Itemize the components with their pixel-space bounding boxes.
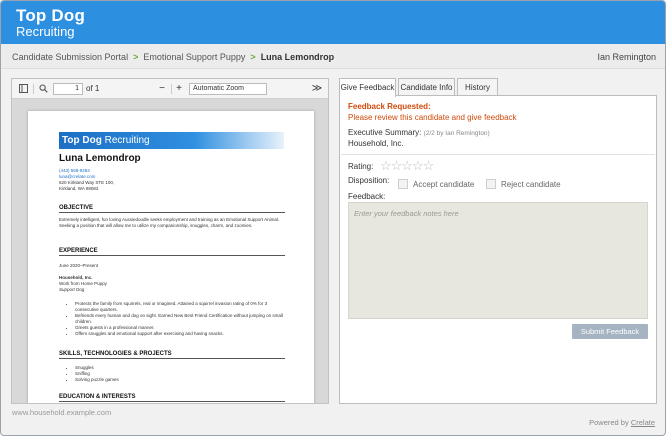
zoom-out-icon[interactable]: −	[156, 79, 168, 99]
breadcrumb-bar: Candidate Submission Portal > Emotional Su…	[1, 44, 665, 69]
resume-education-heading: EDUCATION & INTERESTS	[59, 394, 285, 402]
page-total: of 1	[86, 84, 100, 93]
feedback-request-title: Feedback Requested:	[348, 102, 431, 111]
reject-label[interactable]: Reject candidate	[501, 180, 561, 189]
brand-header: Top Dog Recruiting	[1, 1, 665, 44]
tab-give-feedback[interactable]: Give Feedback	[339, 78, 396, 97]
zoom-in-icon[interactable]: +	[173, 79, 185, 99]
resume-name: Luna Lemondrop	[59, 153, 141, 164]
executive-summary-label: Executive Summary:	[348, 128, 422, 137]
resume-exp-title: Support Dog	[59, 287, 85, 292]
sidebar-toggle-icon[interactable]	[16, 79, 30, 99]
resume-banner: Top Dog Recruiting	[59, 132, 284, 149]
executive-summary: Executive Summary: (2/2 by Ian Remington…	[348, 128, 490, 137]
breadcrumb-portal[interactable]: Candidate Submission Portal	[12, 52, 128, 62]
breadcrumb-separator: >	[250, 52, 256, 62]
feedback-request-notice: Feedback Requested: Please review this c…	[348, 102, 517, 122]
resume-exp-dates: June 2020–Present	[59, 263, 99, 268]
breadcrumb-separator: >	[133, 52, 139, 62]
tab-history[interactable]: History	[457, 78, 498, 96]
footer-powered-prefix: Powered by	[589, 418, 629, 427]
resume-objective-text: Extremely intelligent, fun loving Aussie…	[59, 217, 280, 228]
resume-skills-heading: SKILLS, TECHNOLOGIES & PROJECTS	[59, 351, 285, 359]
page-number-input[interactable]: 1	[53, 83, 83, 95]
feedback-form: Feedback Requested: Please review this c…	[339, 95, 657, 404]
toolbar-divider	[33, 84, 34, 94]
resume-experience-heading: EXPERIENCE	[59, 248, 285, 256]
feedback-request-message: Please review this candidate and give fe…	[348, 113, 517, 122]
pdf-toolbar: 1 of 1 − + Automatic Zoom ≫	[12, 79, 328, 99]
tab-candidate-info[interactable]: Candidate Info	[398, 78, 455, 96]
resume-objective-heading: OBJECTIVE	[59, 205, 285, 213]
disposition-label: Disposition:	[348, 176, 390, 185]
zoom-select[interactable]: Automatic Zoom	[189, 83, 267, 95]
feedback-textarea[interactable]: Enter your feedback notes here	[348, 202, 648, 319]
executive-summary-value: Household, Inc.	[348, 139, 404, 148]
footer-crelate-link[interactable]: Crelate	[631, 418, 655, 427]
executive-summary-meta: (2/2 by Ian Remington)	[423, 130, 490, 137]
footer-powered-by: Powered by Crelate	[589, 418, 655, 427]
resume-skills-list: Snuggles Sniffing Solving puzzle games	[69, 365, 283, 383]
breadcrumb-job[interactable]: Emotional Support Puppy	[143, 52, 245, 62]
pdf-page: Top Dog Recruiting Luna Lemondrop (443) …	[28, 111, 314, 403]
app-frame: Top Dog Recruiting Candidate Submission …	[0, 0, 666, 436]
feedback-label: Feedback:	[348, 192, 386, 201]
reject-checkbox[interactable]	[486, 179, 496, 189]
submit-feedback-button[interactable]: Submit Feedback	[572, 324, 648, 339]
rating-stars-icon[interactable]: ☆☆☆☆☆	[380, 158, 434, 174]
resume-address-line2: Kirkland, WA 98083	[59, 186, 99, 191]
divider	[341, 154, 655, 155]
feedback-panel: Give Feedback Candidate Info History Fee…	[339, 78, 657, 404]
footer-url: www.household.example.com	[12, 408, 112, 417]
list-item: Offers snuggles and emotional support af…	[75, 331, 283, 337]
search-icon[interactable]	[36, 79, 50, 99]
list-item: Solving puzzle games	[75, 377, 283, 383]
list-item: Befriends every human and dog on sight. …	[75, 313, 283, 325]
rating-label: Rating:	[348, 162, 374, 171]
more-tools-icon[interactable]: ≫	[310, 79, 324, 99]
accept-label[interactable]: Accept candidate	[413, 180, 474, 189]
breadcrumb-candidate: Luna Lemondrop	[260, 52, 335, 62]
list-item: Protects the family from squirrels, real…	[75, 301, 283, 313]
resume-banner-bold: Top Dog	[62, 135, 102, 146]
toolbar-divider	[171, 84, 172, 94]
breadcrumb: Candidate Submission Portal > Emotional Su…	[12, 52, 334, 62]
brand-subtitle: Recruiting	[16, 24, 75, 39]
brand-title: Top Dog	[16, 6, 86, 25]
user-name[interactable]: Ian Remington	[597, 52, 656, 62]
resume-banner-light: Recruiting	[104, 135, 150, 146]
resume-exp-bullets: Protects the family from squirrels, real…	[69, 301, 283, 337]
resume-contact: (443) 568-9283 luna@crelate.com 620 Kirk…	[59, 168, 114, 192]
pdf-viewer: 1 of 1 − + Automatic Zoom ≫ Top Dog Recr…	[11, 78, 329, 404]
accept-checkbox[interactable]	[398, 179, 408, 189]
